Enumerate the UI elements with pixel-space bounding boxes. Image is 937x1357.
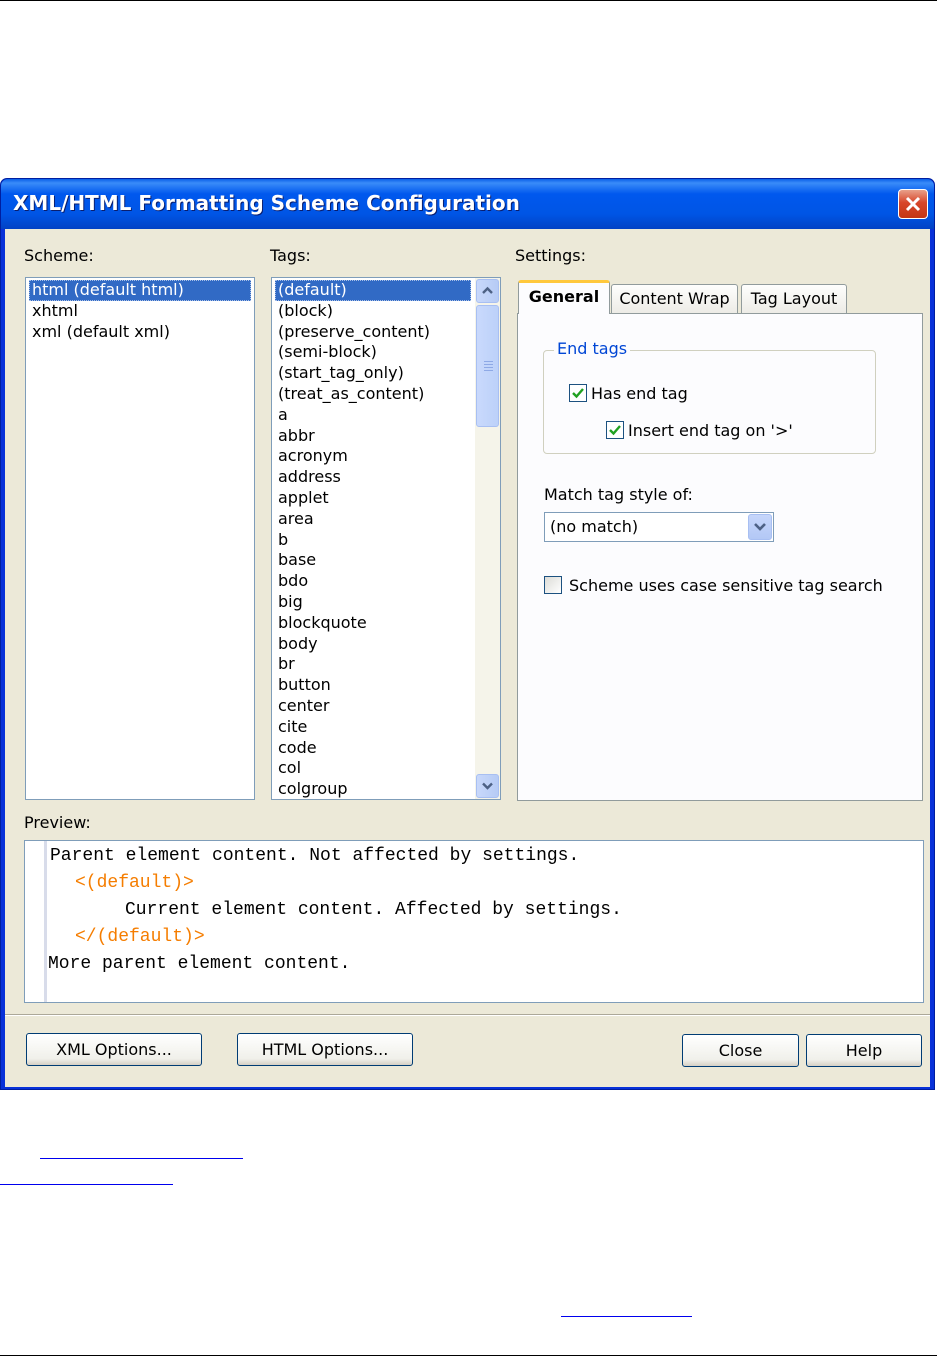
preview-pane: Parent element content. Not affected by … [24,840,924,1003]
tags-label: Tags: [270,246,311,265]
scroll-up-button[interactable] [476,279,499,303]
tag-item[interactable]: (default) [275,280,471,301]
checkmark-icon [572,388,584,399]
preview-line: More parent element content. [48,954,351,974]
insert-end-tag-label[interactable]: Insert end tag on '>' [628,421,793,440]
tab-tag-layout[interactable]: Tag Layout [741,284,847,314]
end-tags-group-title: End tags [554,339,631,358]
match-tag-select[interactable]: (no match) [544,512,774,542]
scheme-item[interactable]: xml (default xml) [29,322,251,343]
case-sensitive-checkbox[interactable] [544,576,562,594]
tag-item[interactable]: (preserve_content) [275,322,471,343]
tag-item[interactable]: a [275,405,471,426]
checkmark-icon [609,425,621,436]
preview-label: Preview: [24,813,91,832]
tab-content-wrap[interactable]: Content Wrap [611,284,738,314]
tag-item[interactable]: code [275,738,471,759]
preview-line: Parent element content. Not affected by … [50,846,580,866]
separator [5,1015,930,1016]
general-tab-panel: End tags Has end tag Insert end tag on '… [517,313,923,801]
tag-item[interactable]: body [275,634,471,655]
close-button[interactable]: Close [682,1034,799,1067]
tag-item[interactable]: base [275,550,471,571]
tag-item[interactable]: acronym [275,446,471,467]
tags-list[interactable]: (default) (block) (preserve_content) (semi-… [271,277,501,800]
tag-item[interactable]: cite [275,717,471,738]
page-bottom-rule [0,1355,937,1356]
tab-general[interactable]: General [518,280,610,314]
tag-item[interactable]: applet [275,488,471,509]
grip-line [484,364,493,365]
preview-line: Current element content. Affected by set… [125,900,622,920]
preview-tag-open: <(default)> [75,873,194,893]
doc-link-underline[interactable] [0,1184,173,1185]
tag-item[interactable]: bdo [275,571,471,592]
tag-item[interactable]: b [275,530,471,551]
tag-item[interactable]: (treat_as_content) [275,384,471,405]
help-button[interactable]: Help [806,1034,922,1067]
has-end-tag-label[interactable]: Has end tag [591,384,688,403]
tag-item[interactable]: center [275,696,471,717]
close-window-button[interactable] [898,189,928,219]
chevron-up-icon [482,286,493,294]
scheme-item[interactable]: html (default html) [29,280,251,301]
title-bar[interactable]: XML/HTML Formatting Scheme Configuration [1,179,934,229]
chevron-down-icon [482,782,493,790]
scheme-label: Scheme: [24,246,94,265]
grip-line [484,367,493,368]
chevron-down-icon [754,523,766,531]
tag-item[interactable]: big [275,592,471,613]
preview-gutter [25,841,47,1002]
tag-item[interactable]: (block) [275,301,471,322]
close-icon [905,196,921,212]
formatting-scheme-dialog: XML/HTML Formatting Scheme Configuration… [0,178,935,1090]
page-top-rule [0,0,937,1]
tag-item[interactable]: (semi-block) [275,342,471,363]
tag-item[interactable]: (start_tag_only) [275,363,471,384]
settings-label: Settings: [515,246,587,265]
tag-item[interactable]: area [275,509,471,530]
tag-item[interactable]: br [275,654,471,675]
doc-link-underline[interactable] [40,1158,243,1159]
insert-end-tag-checkbox[interactable] [606,421,624,439]
tags-scrollbar[interactable] [475,278,500,799]
dialog-title: XML/HTML Formatting Scheme Configuration [13,191,520,215]
tag-item[interactable]: colgroup [275,779,471,799]
grip-line [484,361,493,362]
has-end-tag-checkbox[interactable] [569,384,587,402]
tag-item[interactable]: col [275,758,471,779]
scroll-down-button[interactable] [476,774,499,798]
dialog-client-area: Scheme: html (default html) xhtml xml (d… [5,229,930,1087]
tag-item[interactable]: button [275,675,471,696]
tag-item[interactable]: blockquote [275,613,471,634]
scheme-list[interactable]: html (default html) xhtml xml (default x… [25,277,255,800]
match-tag-label: Match tag style of: [544,485,693,504]
case-sensitive-label[interactable]: Scheme uses case sensitive tag search [569,576,883,595]
scheme-item[interactable]: xhtml [29,301,251,322]
dropdown-button[interactable] [748,514,772,540]
match-tag-value: (no match) [550,517,639,536]
doc-link-underline[interactable] [561,1316,692,1317]
preview-tag-close: </(default)> [75,927,205,947]
tag-item[interactable]: abbr [275,426,471,447]
scroll-thumb[interactable] [476,305,499,427]
grip-line [484,370,493,371]
tag-item[interactable]: address [275,467,471,488]
html-options-button[interactable]: HTML Options... [237,1033,413,1066]
xml-options-button[interactable]: XML Options... [26,1033,202,1066]
